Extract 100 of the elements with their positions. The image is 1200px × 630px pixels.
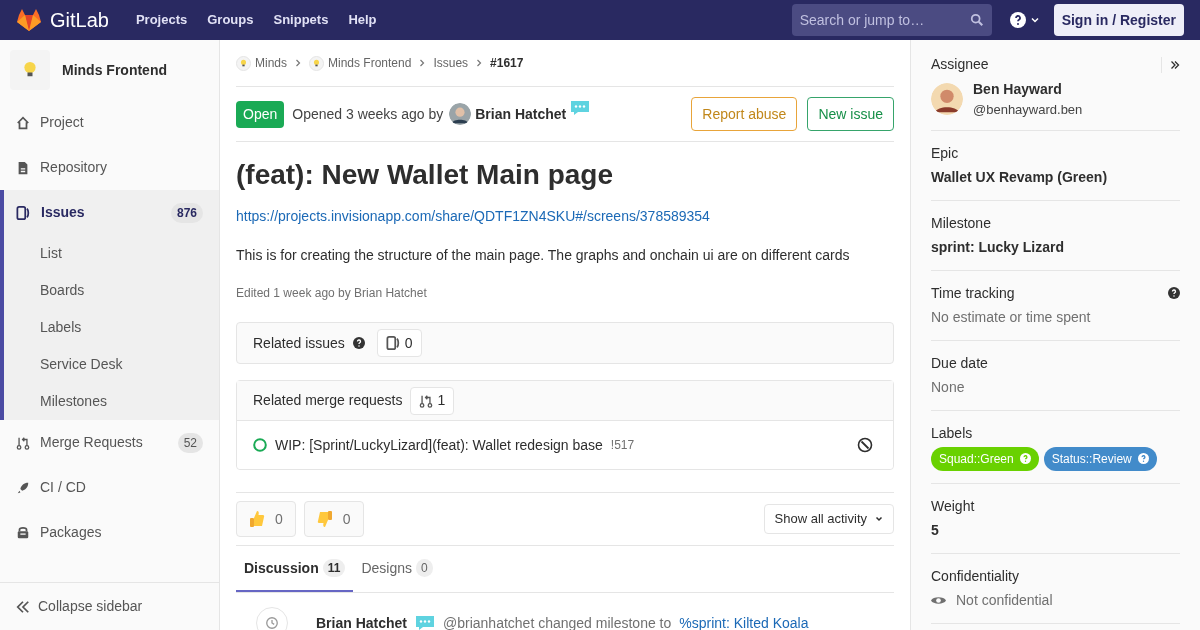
help-icon [1019,453,1031,464]
sidebar-subitem[interactable]: Boards [4,272,219,309]
section-label: Assignee [931,55,989,74]
search-field[interactable]: Search or jump to… [791,4,992,36]
chevron-right-icon [418,59,427,67]
sidebar-subitem[interactable]: Labels [4,309,219,346]
issues-icon [385,336,401,350]
sidebar-item-label: Repository [40,158,108,177]
thumbs-down-icon [316,510,333,528]
assignee-name[interactable]: Ben Hayward [973,79,1083,100]
chevron-right-icon [294,59,302,67]
sidebar-item[interactable]: Project [4,100,219,145]
issue-title: (feat): New Wallet Main page [236,158,614,192]
nav-link[interactable]: Groups [207,10,254,30]
search-icon [969,13,984,27]
count-badge: 0 [416,559,433,577]
sidebar-item-label: Merge Requests [40,433,144,452]
assignee-username: @benhayward.ben [973,101,1083,119]
sidebar-item[interactable]: Merge Requests 52 [4,420,219,465]
help-icon [1009,12,1026,28]
author-link[interactable]: Brian Hatchet [475,103,567,125]
section-value: No estimate or time spent [931,307,1092,327]
new-issue-button[interactable]: New issue [807,97,894,131]
document-icon [16,160,30,175]
sidebar-item-label: Packages [40,523,103,542]
breadcrumb-link[interactable]: Issues [433,54,469,72]
merge-request-count-badge: 1 [410,386,455,415]
status-badge: Open [236,100,285,128]
fox-logo-icon[interactable] [16,8,42,32]
merge-request-link[interactable]: WIP: [Sprint/LuckyLizard](feat): Wallet redesign base [275,434,603,456]
open-status-icon [253,438,267,452]
section-value: sprint: Lucky Lizard [931,237,1066,257]
section-label: Due date [931,353,988,373]
section-label: Time tracking [931,283,1015,303]
card-title: Related merge requests [253,391,403,410]
activity-author[interactable]: Brian Hatchet [316,612,408,630]
merge-request-icon [16,435,30,450]
section-label: Labels [931,423,973,443]
merge-request-icon [419,393,434,408]
eye-icon [931,594,946,606]
rocket-icon [16,480,30,495]
sign-in-button[interactable]: Sign in / Register [1053,4,1184,36]
section-value: Wallet UX Revamp (Green) [931,167,1109,187]
chevron-down-icon [1029,15,1040,25]
label-pill[interactable]: Status::Review [1043,446,1157,471]
breadcrumb-link[interactable]: #1617 [490,54,524,72]
merge-request-ref: !517 [610,437,635,454]
help-dropdown[interactable] [1009,12,1040,28]
avatar [449,103,472,125]
description-text: This is for creating the structure of the main page. The graphs and onchain ui are on different cards [236,246,851,265]
sidebar-subitem[interactable]: Milestones [4,383,219,420]
count-badge: 876 [170,202,203,223]
help-icon[interactable] [1168,287,1180,299]
issues-icon [16,205,31,220]
reaction-button[interactable]: 0 [303,501,364,537]
count-badge: 11 [322,559,346,577]
logo-text[interactable]: GitLab [50,5,109,35]
help-icon[interactable] [352,337,365,349]
sidebar-subitem[interactable]: Service Desk [4,346,219,383]
breadcrumb-link[interactable]: Minds Frontend [328,54,412,72]
sidebar-item[interactable]: CI / CD [4,465,219,510]
section-label: Epic [931,143,959,163]
tab[interactable]: Designs 0 [353,546,441,592]
sidebar-item-label: CI / CD [40,478,87,497]
section-label: Weight [931,496,975,516]
sidebar-item[interactable]: Issues 876 [4,190,219,235]
count-badge: 52 [177,432,203,453]
chevron-down-icon [875,515,883,523]
reaction-button[interactable]: 0 [236,501,296,537]
package-icon [16,525,30,540]
nav-link[interactable]: Projects [135,10,188,30]
home-icon [16,115,30,130]
sidebar-item[interactable]: Repository [4,145,219,190]
section-value: None [931,377,966,397]
sidebar-item-label: Project [40,113,85,132]
sidebar-item[interactable]: Packages [4,510,219,555]
nav-link[interactable]: Help [348,10,377,30]
blocked-icon [857,437,873,453]
sidebar-item-label: Issues [41,203,86,222]
activity-filter-dropdown[interactable]: Show all activity [763,504,894,534]
section-label: Milestone [931,213,991,233]
issue-count-badge: 0 [376,329,422,357]
chevron-right-icon [475,59,484,67]
description-link[interactable]: https://projects.invisionapp.com/share/QDTF1ZN4SKU#/screens/378589354 [236,206,894,227]
section-value: Not confidential [956,590,1053,610]
breadcrumb-link[interactable]: Minds [255,54,287,72]
nav-link[interactable]: Snippets [273,10,329,30]
double-chevron-left-icon [16,599,30,614]
sidebar-subitem[interactable]: List [4,235,219,272]
opened-text: Opened 3 weeks ago by [292,104,444,124]
milestone-link[interactable]: %sprint: Kilted Koala [679,612,809,630]
double-chevron-right-icon[interactable] [1170,59,1180,70]
tab[interactable]: Discussion 11 [236,546,354,592]
chat-icon [570,100,591,116]
project-name[interactable]: Minds Frontend [62,59,167,81]
help-icon [1137,453,1149,464]
card-title: Related issues [253,333,345,353]
section-value: 5 [931,520,940,540]
activity-text: @brianhatchet changed milestone to [443,613,672,630]
avatar [931,83,963,116]
